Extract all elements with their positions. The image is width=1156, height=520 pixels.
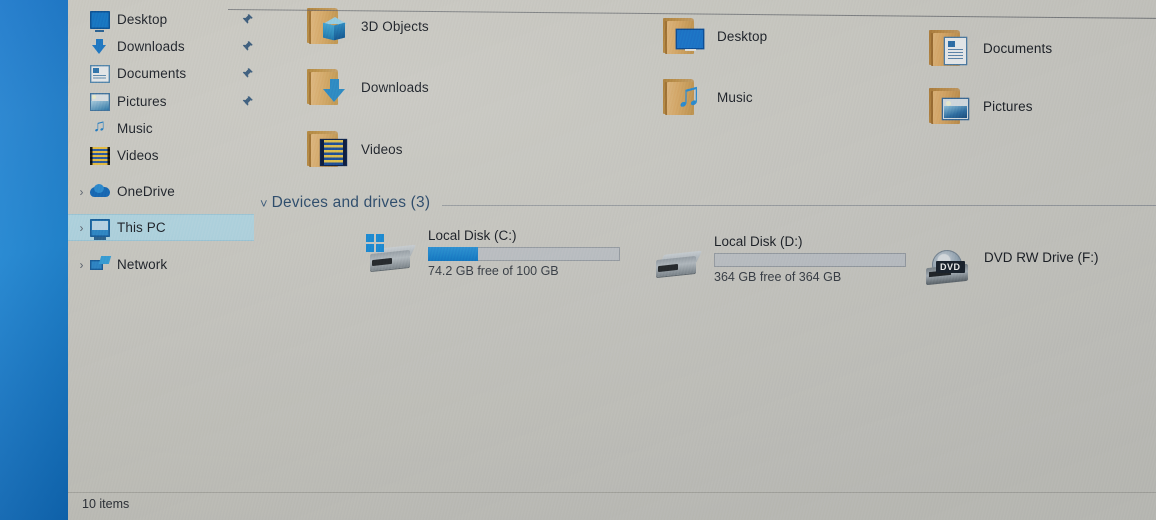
sidebar-item-onedrive[interactable]: › OneDrive: [68, 178, 254, 205]
sidebar-item-documents[interactable]: Documents: [68, 60, 254, 87]
folder-icon: [660, 15, 708, 57]
drive-free-space: 74.2 GB free of 100 GB: [428, 264, 559, 278]
folder-icon: [926, 85, 974, 127]
folder-icon: [304, 5, 352, 47]
drive-usage-fill: [428, 247, 478, 261]
folder-item-music[interactable]: Music: [660, 76, 753, 118]
pin-icon[interactable]: [241, 40, 254, 53]
drive-item-local-disk-c[interactable]: Local Disk (C:) 74.2 GB free of 100 GB: [364, 228, 620, 280]
folder-icon: [304, 66, 352, 108]
folder-icon: [304, 128, 352, 170]
group-separator: [442, 204, 1156, 206]
folder-label: Videos: [361, 141, 403, 157]
sidebar-item-label: Downloads: [117, 39, 185, 54]
drive-item-local-disk-d[interactable]: Local Disk (D:) 364 GB free of 364 GB: [650, 234, 906, 286]
hard-drive-windows-icon: [364, 234, 420, 280]
sidebar-item-label: Videos: [117, 148, 159, 163]
hard-drive-icon: [650, 242, 706, 286]
sidebar-item-this-pc[interactable]: › This PC: [68, 214, 254, 241]
folder-label: Downloads: [361, 79, 429, 95]
video-icon: [90, 146, 110, 165]
drive-name: DVD RW Drive (F:): [984, 250, 1099, 265]
sidebar-item-label: Desktop: [117, 12, 168, 27]
group-title: Devices and drives (3): [271, 194, 431, 211]
sidebar-item-pictures[interactable]: Pictures: [68, 88, 254, 115]
music-note-icon: [676, 78, 704, 114]
drive-name: Local Disk (D:): [714, 234, 803, 249]
file-explorer-window: Desktop Downloads Documents Pictures ♫ M…: [68, 0, 1156, 520]
picture-icon: [90, 92, 110, 111]
status-item-count: 10 items: [82, 497, 130, 511]
sidebar-item-label: This PC: [117, 220, 166, 235]
dvd-drive-icon: DVD: [920, 246, 976, 290]
folder-item-downloads[interactable]: Downloads: [304, 66, 429, 108]
dvd-badge-label: DVD: [936, 261, 965, 273]
sidebar-item-label: Documents: [117, 66, 187, 81]
document-icon: [90, 64, 110, 83]
folder-label: Music: [717, 89, 753, 105]
sidebar-item-label: OneDrive: [117, 184, 175, 199]
document-page-icon: [943, 38, 970, 65]
network-icon: [90, 256, 110, 274]
sidebar-item-desktop[interactable]: Desktop: [68, 6, 254, 33]
pin-icon[interactable]: [241, 95, 254, 108]
drive-usage-bar: [714, 253, 906, 267]
chevron-down-icon[interactable]: ˅: [260, 197, 268, 210]
download-icon: [90, 38, 110, 56]
navigation-pane[interactable]: Desktop Downloads Documents Pictures ♫ M…: [68, 0, 254, 520]
folder-icon: [926, 27, 974, 69]
folder-item-documents[interactable]: Documents: [926, 27, 1052, 69]
sidebar-item-label: Network: [117, 257, 168, 272]
folder-label: 3D Objects: [361, 18, 429, 34]
cube-icon: [321, 16, 348, 43]
file-explorer-screenshot: Desktop Downloads Documents Pictures ♫ M…: [0, 0, 1156, 520]
sidebar-item-videos[interactable]: Videos: [68, 142, 254, 169]
folder-label: Pictures: [983, 98, 1033, 114]
film-strip-icon: [321, 139, 348, 166]
pin-icon[interactable]: [241, 67, 254, 80]
drive-free-space: 364 GB free of 364 GB: [714, 270, 842, 284]
chevron-right-icon[interactable]: ›: [73, 186, 90, 198]
monitor-icon: [677, 26, 704, 53]
drive-item-dvd-rw-f[interactable]: DVD DVD RW Drive (F:): [920, 238, 1099, 290]
down-arrow-icon: [321, 77, 348, 104]
sidebar-item-music[interactable]: Music: [68, 115, 254, 142]
folder-item-pictures[interactable]: Pictures: [926, 85, 1033, 127]
music-icon: [90, 116, 110, 138]
windows-logo-icon: [366, 234, 384, 252]
folder-item-videos[interactable]: Videos: [304, 128, 403, 170]
pin-icon[interactable]: [241, 13, 254, 26]
this-pc-icon: [90, 218, 110, 240]
photo-icon: [943, 96, 970, 123]
drive-name: Local Disk (C:): [428, 228, 517, 243]
status-bar: 10 items: [68, 492, 1156, 520]
chevron-right-icon[interactable]: ›: [73, 222, 90, 234]
desktop-wallpaper: [0, 0, 70, 520]
sidebar-item-label: Music: [117, 121, 153, 136]
sidebar-item-network[interactable]: › Network: [68, 251, 254, 278]
folder-label: Documents: [983, 40, 1053, 56]
sidebar-item-downloads[interactable]: Downloads: [68, 33, 254, 60]
chevron-right-icon[interactable]: ›: [73, 259, 90, 271]
devices-and-drives-group-header[interactable]: ˅ Devices and drives (3): [260, 194, 1156, 212]
folder-icon: [660, 76, 708, 118]
drive-usage-bar: [428, 247, 620, 261]
sidebar-item-label: Pictures: [117, 94, 167, 109]
folder-item-desktop[interactable]: Desktop: [660, 15, 767, 57]
content-pane[interactable]: 3D Objects Downloads Videos Desktop ♫ Mu…: [254, 0, 1156, 500]
onedrive-cloud-icon: [90, 183, 110, 201]
folder-label: Desktop: [717, 28, 768, 44]
monitor-icon: [90, 10, 110, 32]
